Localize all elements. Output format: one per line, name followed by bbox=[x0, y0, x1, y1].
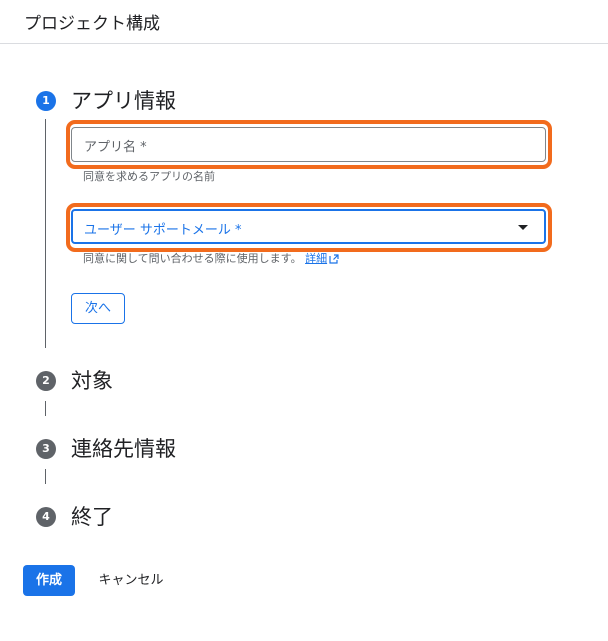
step-3-connector bbox=[45, 469, 46, 484]
app-name-input[interactable]: アプリ名 * bbox=[71, 127, 546, 162]
step-1-title: アプリ情報 bbox=[71, 89, 176, 113]
step-4-number: 4 bbox=[36, 507, 56, 527]
page-header: プロジェクト構成 bbox=[0, 0, 608, 44]
next-button[interactable]: 次へ bbox=[71, 293, 125, 324]
create-button[interactable]: 作成 bbox=[23, 565, 75, 596]
page-title: プロジェクト構成 bbox=[24, 14, 160, 34]
app-name-helper: 同意を求めるアプリの名前 bbox=[83, 170, 215, 183]
step-2-number: 2 bbox=[36, 371, 56, 391]
cancel-button[interactable]: キャンセル bbox=[91, 565, 171, 596]
step-2-connector bbox=[45, 401, 46, 416]
app-name-placeholder: アプリ名 * bbox=[84, 140, 147, 155]
step-3-title[interactable]: 連絡先情報 bbox=[71, 436, 176, 462]
support-email-helper-row: 同意に関して問い合わせる際に使用します。 詳細 bbox=[83, 250, 339, 266]
support-email-select[interactable]: ユーザー サポートメール * bbox=[71, 209, 546, 244]
step-3-number: 3 bbox=[36, 439, 56, 459]
arrow-drop-down-icon bbox=[518, 225, 528, 230]
support-email-helper: 同意に関して問い合わせる際に使用します。 bbox=[83, 252, 302, 265]
learn-more-link[interactable]: 詳細 bbox=[305, 252, 327, 265]
open-in-new-icon[interactable] bbox=[329, 254, 339, 264]
step-4-title[interactable]: 終了 bbox=[71, 504, 113, 530]
support-email-label: ユーザー サポートメール * bbox=[84, 223, 242, 238]
step-1-number: 1 bbox=[36, 91, 56, 111]
step-2-title[interactable]: 対象 bbox=[71, 368, 113, 394]
step-1-connector bbox=[45, 119, 46, 348]
